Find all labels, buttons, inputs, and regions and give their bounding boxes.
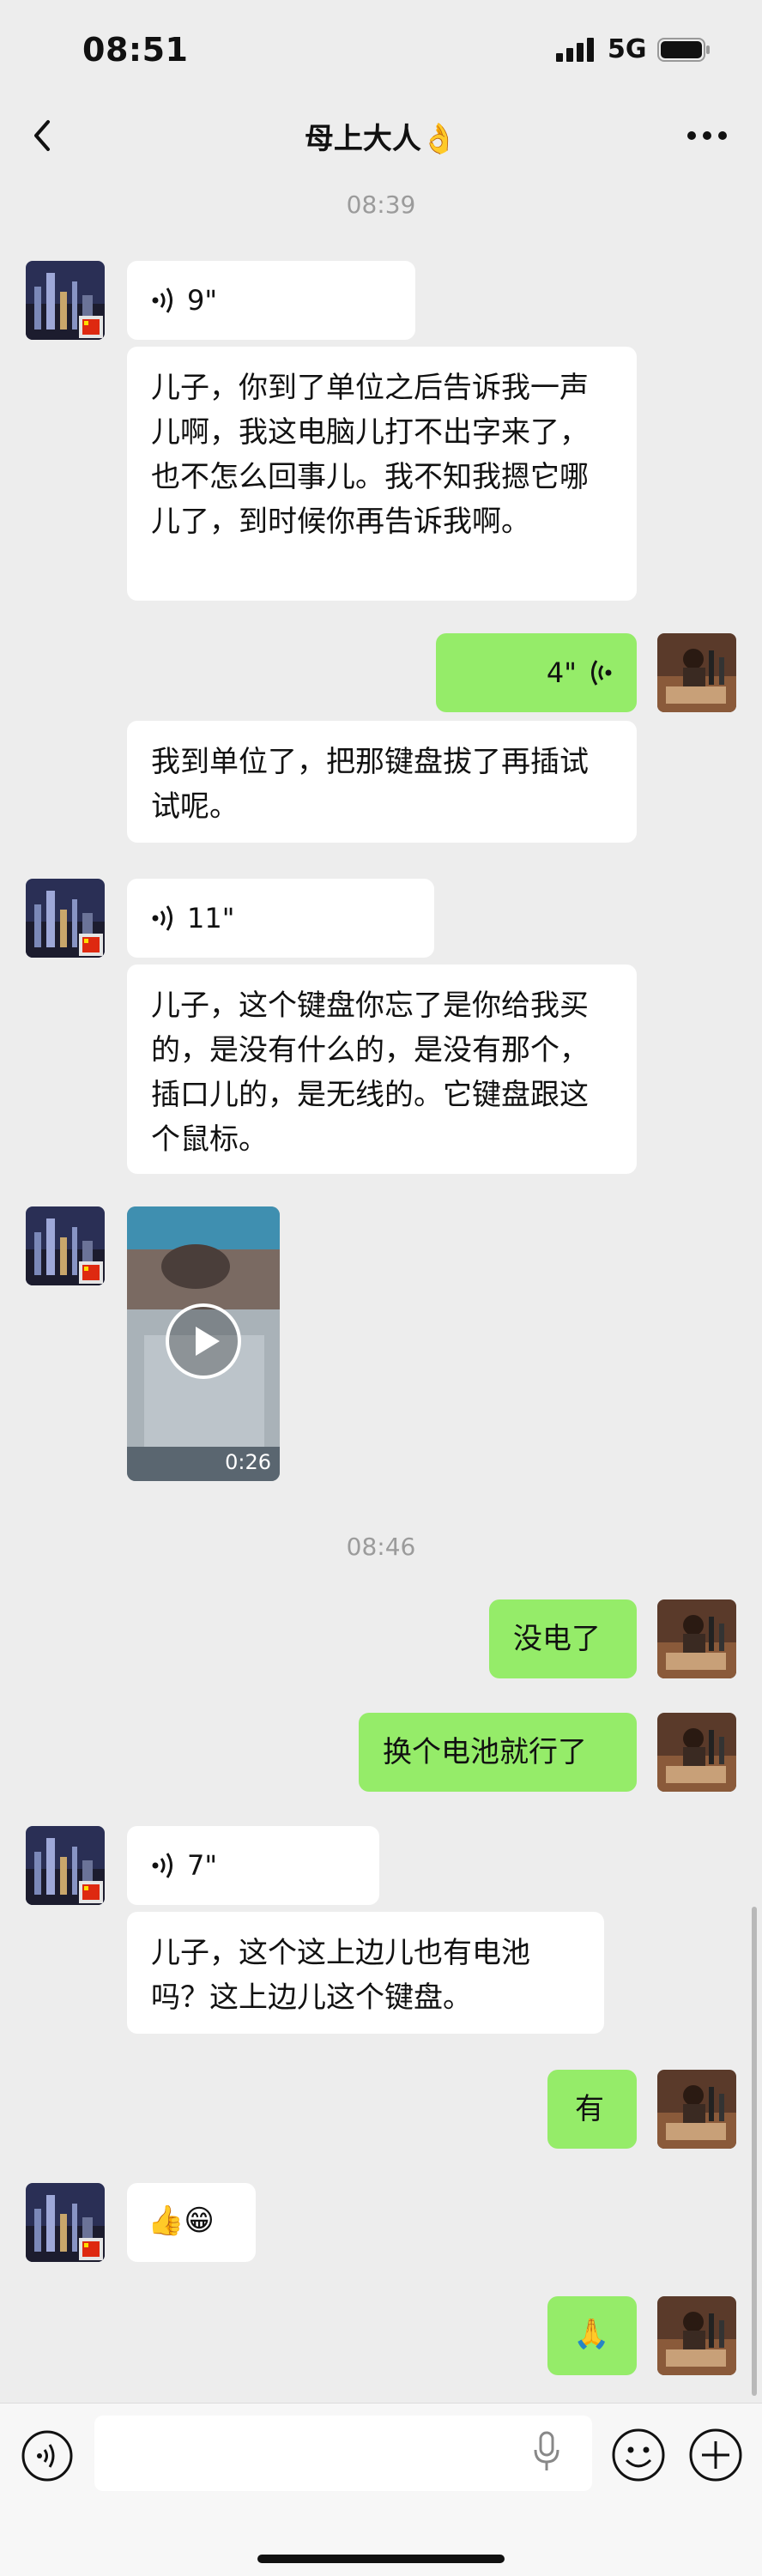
contact-avatar[interactable]: [26, 879, 105, 958]
status-bar: 08:51 5G: [0, 0, 762, 94]
contact-avatar[interactable]: [26, 261, 105, 340]
my-avatar[interactable]: [657, 2296, 736, 2375]
my-avatar[interactable]: [657, 2070, 736, 2149]
smiley-icon[interactable]: [611, 2428, 666, 2482]
status-time: 08:51: [82, 31, 189, 69]
voice-duration: 9": [187, 284, 218, 317]
network-type: 5G: [608, 34, 647, 64]
voice-message[interactable]: 11": [127, 879, 434, 958]
voice-wave-icon[interactable]: [21, 2429, 74, 2482]
voice-message[interactable]: 9": [127, 261, 415, 340]
message-input[interactable]: [94, 2416, 592, 2491]
voice-wave-icon: [152, 287, 172, 313]
voice-wave-icon: [152, 1853, 172, 1878]
message-emoji: 👍😁: [148, 2204, 215, 2238]
voice-duration: 11": [187, 902, 235, 934]
my-avatar[interactable]: [657, 633, 736, 712]
text-message[interactable]: 有: [547, 2070, 637, 2149]
message-text: 我到单位了，把那键盘拔了再插试试呢。: [151, 745, 589, 824]
chat-header: 母上大人👌: [0, 94, 762, 177]
voice-duration: 4": [546, 656, 577, 689]
my-avatar[interactable]: [657, 1713, 736, 1792]
text-message[interactable]: 儿子，这个这上边儿也有电池吗？这上边儿这个键盘。: [127, 1912, 604, 2034]
contact-avatar[interactable]: [26, 2183, 105, 2262]
video-message[interactable]: 0:26: [127, 1206, 280, 1481]
message-timestamp: 08:39: [346, 190, 416, 219]
text-message[interactable]: 换个电池就行了: [359, 1713, 637, 1792]
message-text: 儿子，你到了单位之后告诉我一声儿啊，我这电脑儿打不出字来了，也不怎么回事儿。我不…: [151, 371, 589, 539]
message-text: 儿子，这个键盘你忘了是你给我买的，是没有什么的，是没有那个，插口儿的，是无线的。…: [151, 989, 589, 1157]
video-duration: 0:26: [225, 1450, 271, 1474]
voice-wave-icon: [152, 905, 172, 931]
ellipsis-icon[interactable]: [686, 129, 728, 142]
play-icon[interactable]: [165, 1303, 242, 1380]
input-bar: [0, 2403, 762, 2576]
voice-wave-icon: [591, 660, 612, 686]
contact-avatar[interactable]: [26, 1206, 105, 1285]
message-timestamp: 08:46: [346, 1533, 416, 1561]
text-message[interactable]: 儿子，这个键盘你忘了是你给我买的，是没有什么的，是没有那个，插口儿的，是无线的。…: [127, 964, 637, 1174]
message-text: 没电了: [513, 1622, 601, 1656]
emoji-message[interactable]: 👍😁: [127, 2183, 256, 2262]
message-emoji: 🙏: [573, 2317, 610, 2351]
voice-duration: 7": [187, 1849, 218, 1882]
battery-icon: [657, 38, 710, 62]
scrollbar[interactable]: [752, 1907, 757, 2396]
home-indicator: [257, 2555, 505, 2563]
voice-message[interactable]: 7": [127, 1826, 379, 1905]
contact-avatar[interactable]: [26, 1826, 105, 1905]
message-text: 儿子，这个这上边儿也有电池吗？这上边儿这个键盘。: [151, 1936, 530, 2015]
my-avatar[interactable]: [657, 1599, 736, 1678]
signal-icon: [556, 38, 594, 62]
emoji-message[interactable]: 🙏: [547, 2296, 637, 2375]
message-text: 换个电池就行了: [383, 1735, 587, 1769]
text-message[interactable]: 我到单位了，把那键盘拔了再插试试呢。: [127, 721, 637, 843]
chat-title: 母上大人👌: [304, 122, 458, 156]
message-text: 有: [575, 2092, 604, 2126]
microphone-icon[interactable]: [532, 2431, 561, 2472]
text-message[interactable]: 没电了: [489, 1599, 637, 1678]
voice-message[interactable]: 4": [436, 633, 637, 712]
text-message[interactable]: 儿子，你到了单位之后告诉我一声儿啊，我这电脑儿打不出字来了，也不怎么回事儿。我不…: [127, 347, 637, 601]
plus-circle-icon[interactable]: [688, 2428, 743, 2482]
